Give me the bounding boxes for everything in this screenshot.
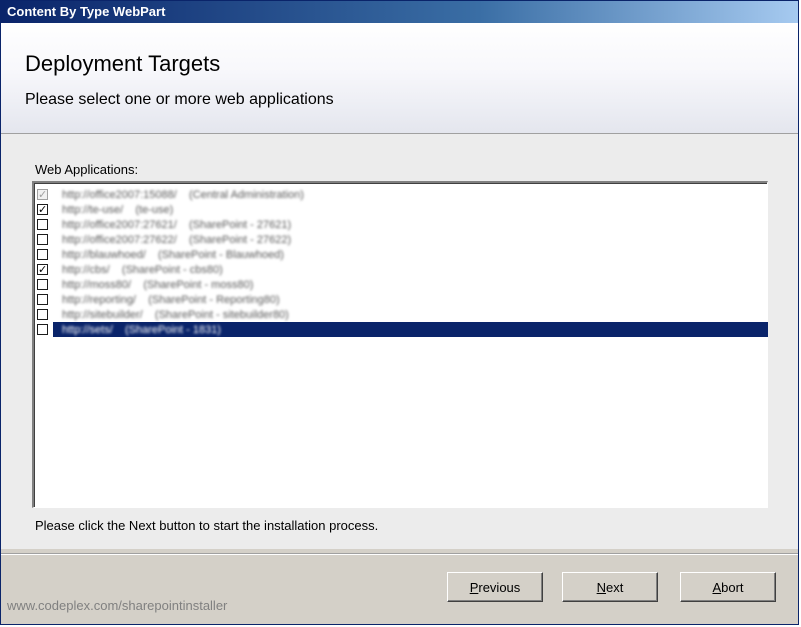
page-subtitle: Please select one or more web applicatio… <box>25 91 334 108</box>
list-item-label: http://cbs/ (SharePoint - cbs80) <box>62 263 223 276</box>
list-item[interactable]: http://office2007:27622/ (SharePoint - 2… <box>36 232 766 247</box>
window-title: Content By Type WebPart <box>1 1 798 23</box>
list-item-label: http://reporting/ (SharePoint - Reportin… <box>62 293 280 306</box>
list-item[interactable]: ✓ http://te-use/ (te-use) <box>36 202 766 217</box>
list-item[interactable]: http://moss80/ (SharePoint - moss80) <box>36 277 766 292</box>
previous-label: revious <box>478 579 521 595</box>
list-item-label: http://office2007:27621/ (SharePoint - 2… <box>62 218 292 231</box>
checkbox-icon[interactable] <box>37 279 48 290</box>
list-item-label: http://te-use/ (te-use) <box>62 203 174 216</box>
list-item-label: http://blauwhoed/ (SharePoint - Blauwhoe… <box>62 248 284 261</box>
list-item[interactable]: ✓ http://cbs/ (SharePoint - cbs80) <box>36 262 766 277</box>
checkbox-icon[interactable] <box>37 234 48 245</box>
page-title: Deployment Targets <box>25 51 221 76</box>
codeplex-link: www.codeplex.com/sharepointinstaller <box>7 598 228 613</box>
abort-accel: A <box>712 579 722 595</box>
list-item-label: http://office2007:15088/ (Central Admini… <box>62 188 304 201</box>
checkbox-icon[interactable] <box>37 294 48 305</box>
abort-label: bort <box>721 579 744 595</box>
list-item[interactable]: http://blauwhoed/ (SharePoint - Blauwhoe… <box>36 247 766 262</box>
list-item-label: http://sitebuilder/ (SharePoint - sitebu… <box>62 308 289 321</box>
list-item[interactable]: http://reporting/ (SharePoint - Reportin… <box>36 292 766 307</box>
list-item[interactable]: http://office2007:27621/ (SharePoint - 2… <box>36 217 766 232</box>
web-applications-label: Web Applications: <box>35 162 139 177</box>
previous-button[interactable]: Previous <box>447 572 543 602</box>
checkbox-icon[interactable] <box>37 219 48 230</box>
web-applications-list[interactable]: ✓ http://office2007:15088/ (Central Admin… <box>32 181 768 508</box>
list-item-label: http://office2007:27622/ (SharePoint - 2… <box>62 233 292 246</box>
wizard-body: Web Applications: ✓ http://office2007:150… <box>1 134 798 549</box>
next-button[interactable]: Next <box>562 572 658 602</box>
wizard-header: Deployment Targets Please select one or … <box>1 23 798 134</box>
installer-window: Content By Type WebPart Deployment Targe… <box>0 0 799 625</box>
checkbox-icon[interactable] <box>37 249 48 260</box>
abort-button[interactable]: Abort <box>680 572 776 602</box>
list-item[interactable]: ✓ http://office2007:15088/ (Central Admin… <box>36 187 766 202</box>
checkbox-icon[interactable] <box>37 324 48 335</box>
checked-checkbox-icon: ✓ <box>37 188 48 201</box>
list-item-label: http://sets/ (SharePoint - 1831) <box>62 323 221 336</box>
next-accel: N <box>596 579 607 595</box>
list-item[interactable]: http://sets/ (SharePoint - 1831) <box>36 322 768 337</box>
previous-accel: P <box>469 579 479 595</box>
checkbox-icon[interactable] <box>37 309 48 320</box>
next-label: ext <box>606 579 624 595</box>
list-item[interactable]: http://sitebuilder/ (SharePoint - sitebu… <box>36 307 766 322</box>
footer-separator <box>1 553 798 555</box>
instruction-text: Please click the Next button to start th… <box>35 518 379 533</box>
checked-checkbox-icon[interactable]: ✓ <box>37 204 48 215</box>
checked-checkbox-icon[interactable]: ✓ <box>37 264 48 275</box>
list-item-label: http://moss80/ (SharePoint - moss80) <box>62 278 254 291</box>
